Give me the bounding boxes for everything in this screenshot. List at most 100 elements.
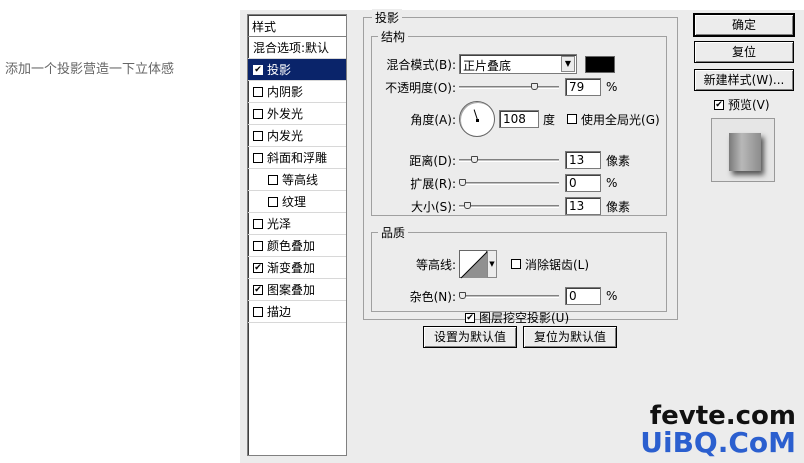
- size-slider-track: [459, 205, 559, 208]
- size-label: 大小(S):: [410, 199, 456, 214]
- style-item-label: 等高线: [282, 172, 319, 187]
- styles-item[interactable]: ✔ 投影: [248, 59, 346, 81]
- drop-shadow-group: 投影 结构 混合模式(B): 正片叠底 ▼ 不透明度(O): 79 % 角度(A…: [363, 9, 678, 320]
- style-item-label: 颜色叠加: [267, 238, 316, 253]
- styles-item[interactable]: ✔ 渐变叠加: [248, 257, 346, 279]
- styles-item[interactable]: 斜面和浮雕: [248, 147, 346, 169]
- spread-label: 扩展(R):: [410, 176, 456, 191]
- styles-item[interactable]: 光泽: [248, 213, 346, 235]
- styles-header: 样式: [248, 15, 346, 37]
- styles-item[interactable]: 等高线: [248, 169, 346, 191]
- drop-shadow-title: 投影: [372, 9, 403, 26]
- opacity-unit: %: [606, 80, 618, 94]
- blend-mode-select[interactable]: 正片叠底 ▼: [459, 54, 577, 74]
- blend-options-item[interactable]: 混合选项:默认: [248, 37, 346, 59]
- angle-input[interactable]: 108: [499, 110, 539, 128]
- distance-unit: 像素: [606, 153, 631, 168]
- ok-button[interactable]: 确定: [693, 13, 795, 37]
- knockout-checkbox[interactable]: ✔: [465, 312, 475, 323]
- make-default-button[interactable]: 设置为默认值: [423, 326, 517, 348]
- style-item-label: 投影: [267, 62, 292, 77]
- opacity-slider[interactable]: [459, 80, 559, 94]
- style-checkbox[interactable]: [253, 152, 263, 163]
- style-checkbox[interactable]: [253, 108, 263, 119]
- layer-style-dialog: 样式 混合选项:默认 ✔ 投影内阴影外发光内发光斜面和浮雕等高线纹理光泽颜色叠加 ✔…: [240, 9, 804, 463]
- new-style-button[interactable]: 新建样式(W)...: [694, 69, 794, 91]
- styles-item[interactable]: 内阴影: [248, 81, 346, 103]
- spread-slider-track: [459, 182, 559, 185]
- preview-square: [729, 133, 761, 171]
- contour-label: 等高线:: [415, 257, 456, 272]
- styles-item[interactable]: 外发光: [248, 103, 346, 125]
- distance-label: 距离(D):: [409, 153, 456, 168]
- style-checkbox[interactable]: [268, 196, 278, 207]
- style-item-label: 内发光: [267, 128, 304, 143]
- noise-unit: %: [606, 289, 618, 303]
- global-light-label: 使用全局光(G): [581, 112, 660, 127]
- contour-curve-icon: [460, 251, 488, 279]
- chevron-down-icon: ▼: [561, 56, 575, 72]
- knockout-label: 图层挖空投影(U): [479, 311, 570, 325]
- styles-item[interactable]: 颜色叠加: [248, 235, 346, 257]
- noise-label: 杂色(N):: [409, 289, 456, 304]
- opacity-slider-track: [459, 86, 559, 89]
- blend-options-label: 混合选项:默认: [253, 40, 330, 55]
- blend-mode-label: 混合模式(B):: [386, 57, 456, 72]
- style-item-label: 图案叠加: [267, 282, 316, 297]
- noise-input[interactable]: 0: [565, 287, 601, 305]
- size-input[interactable]: 13: [565, 197, 601, 215]
- opacity-slider-thumb[interactable]: [531, 83, 538, 90]
- reset-button[interactable]: 复位: [694, 41, 794, 63]
- styles-item[interactable]: 纹理: [248, 191, 346, 213]
- angle-dial[interactable]: [459, 101, 495, 137]
- watermark-bottom: UiBQ.CoM: [640, 426, 796, 459]
- spread-unit: %: [606, 176, 618, 190]
- style-checkbox[interactable]: [253, 130, 263, 141]
- quality-title: 品质: [378, 224, 409, 241]
- styles-list-panel: 样式 混合选项:默认 ✔ 投影内阴影外发光内发光斜面和浮雕等高线纹理光泽颜色叠加 ✔…: [247, 14, 347, 456]
- structure-group: 结构 混合模式(B): 正片叠底 ▼ 不透明度(O): 79 % 角度(A): …: [371, 28, 667, 216]
- size-unit: 像素: [606, 199, 631, 214]
- style-checkbox[interactable]: [253, 86, 263, 97]
- styles-item[interactable]: 内发光: [248, 125, 346, 147]
- style-item-label: 描边: [267, 304, 292, 319]
- size-slider[interactable]: [459, 199, 559, 213]
- watermark: fevte.com UiBQ.CoM: [640, 403, 796, 457]
- opacity-input[interactable]: 79: [565, 78, 601, 96]
- angle-unit: 度: [543, 112, 556, 127]
- anti-alias-checkbox[interactable]: [511, 259, 521, 269]
- styles-item[interactable]: 描边: [248, 301, 346, 323]
- style-checkbox[interactable]: [253, 218, 263, 229]
- style-checkbox[interactable]: [268, 174, 278, 185]
- reset-default-button[interactable]: 复位为默认值: [523, 326, 617, 348]
- contour-picker[interactable]: [459, 250, 488, 279]
- caption-text: 添加一个投影营造一下立体感: [5, 62, 175, 77]
- style-item-label: 外发光: [267, 106, 304, 121]
- noise-slider-thumb[interactable]: [459, 292, 466, 299]
- spread-slider[interactable]: [459, 176, 559, 190]
- size-slider-thumb[interactable]: [464, 202, 471, 209]
- contour-dropdown-icon[interactable]: ▼: [487, 250, 497, 278]
- shadow-color-swatch[interactable]: [585, 55, 615, 73]
- style-checkbox[interactable]: ✔: [253, 64, 263, 75]
- styles-item[interactable]: ✔ 图案叠加: [248, 279, 346, 301]
- style-item-label: 纹理: [282, 194, 307, 209]
- distance-input[interactable]: 13: [565, 151, 601, 169]
- global-light-checkbox[interactable]: [567, 114, 578, 124]
- blend-mode-value: 正片叠底: [463, 59, 512, 73]
- style-checkbox[interactable]: [253, 306, 263, 317]
- spread-slider-thumb[interactable]: [459, 179, 466, 186]
- preview-checkbox[interactable]: ✔: [714, 99, 724, 110]
- style-checkbox[interactable]: [253, 240, 263, 251]
- distance-slider-thumb[interactable]: [471, 156, 478, 163]
- spread-input[interactable]: 0: [565, 174, 601, 192]
- angle-center-dot: [476, 119, 479, 122]
- distance-slider[interactable]: [459, 153, 559, 167]
- style-checkbox[interactable]: ✔: [253, 284, 263, 295]
- preview-label: 预览(V): [728, 98, 770, 112]
- preview-thumbnail: [711, 118, 775, 182]
- style-checkbox[interactable]: ✔: [253, 262, 263, 273]
- noise-slider[interactable]: [459, 289, 559, 303]
- quality-group: 品质 等高线: ▼ 消除锯齿(L) 杂色(N): 0 %: [371, 224, 667, 312]
- style-item-label: 渐变叠加: [267, 260, 316, 275]
